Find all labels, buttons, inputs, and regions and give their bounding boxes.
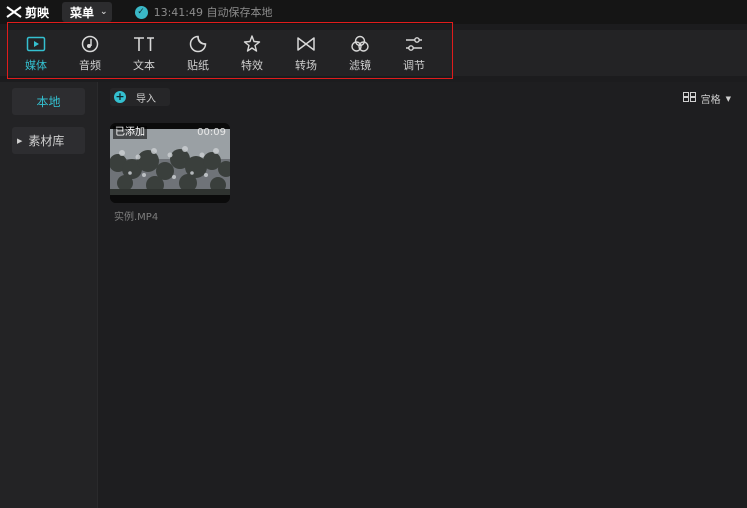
autosave-status: ✓ 13:41:49 自动保存本地	[134, 4, 273, 20]
app-window: 剪映 菜单 ⌄ ✓ 13:41:49 自动保存本地 媒体 音频 文本 贴纸 特效…	[0, 0, 747, 508]
tab-audio-label: 音频	[79, 59, 101, 72]
tab-text[interactable]: 文本	[122, 33, 166, 73]
media-icon	[26, 33, 46, 55]
menu-label: 菜单	[70, 5, 95, 20]
capcut-logo-icon	[6, 5, 22, 19]
tab-effects-label: 特效	[241, 59, 263, 72]
tab-sticker[interactable]: 贴纸	[176, 33, 220, 73]
caret-right-icon: ▶	[17, 136, 23, 145]
media-item[interactable]: 已添加 00:09	[110, 123, 230, 203]
tab-transition-label: 转场	[295, 59, 317, 72]
title-bar: 剪映 菜单 ⌄ ✓ 13:41:49 自动保存本地	[0, 0, 747, 24]
tab-sticker-label: 贴纸	[187, 59, 209, 72]
adjust-icon	[404, 33, 424, 55]
plus-icon: +	[114, 90, 126, 103]
transition-icon	[296, 33, 316, 55]
menu-button[interactable]: 菜单 ⌄	[62, 2, 112, 22]
text-icon	[133, 33, 155, 55]
chevron-down-icon: ⌄	[100, 7, 108, 17]
app-logo: 剪映	[6, 4, 49, 21]
tab-adjust-label: 调节	[403, 59, 425, 72]
tab-media[interactable]: 媒体	[14, 33, 58, 73]
sticker-icon	[189, 33, 207, 55]
media-toolbar: 媒体 音频 文本 贴纸 特效 转场 滤镜 调节	[7, 22, 453, 79]
grid-view-icon	[682, 92, 696, 105]
media-filename: 实例.MP4	[114, 212, 159, 223]
tab-text-label: 文本	[133, 59, 155, 72]
sidebar-item-local[interactable]: 本地	[12, 88, 85, 115]
filter-icon	[350, 33, 370, 55]
tab-media-label: 媒体	[25, 59, 47, 72]
sidebar: 本地 ▶ 素材库	[0, 82, 98, 508]
effects-icon	[242, 33, 262, 55]
caret-down-icon: ▼	[725, 94, 731, 103]
app-name: 剪映	[25, 5, 50, 20]
video-duration: 00:09	[197, 127, 226, 138]
sidebar-item-library[interactable]: ▶ 素材库	[12, 127, 85, 154]
import-label: 导入	[136, 93, 156, 105]
tab-filter-label: 滤镜	[349, 59, 371, 72]
tab-effects[interactable]: 特效	[230, 33, 274, 73]
tab-filter[interactable]: 滤镜	[338, 33, 382, 73]
audio-icon	[81, 33, 99, 55]
media-panel: + 导入 宫格 ▼ 已添加 00:09 实例.MP4	[98, 82, 747, 508]
import-button[interactable]: + 导入	[110, 88, 170, 106]
check-circle-icon: ✓	[134, 5, 148, 19]
sidebar-item-local-label: 本地	[36, 95, 61, 109]
sidebar-item-library-label: 素材库	[28, 134, 65, 148]
autosave-text: 13:41:49 自动保存本地	[153, 6, 273, 19]
view-mode-label: 宫格	[700, 95, 721, 106]
tab-audio[interactable]: 音频	[68, 33, 112, 73]
view-mode-dropdown[interactable]: 宫格 ▼	[682, 91, 731, 106]
added-badge: 已添加	[113, 126, 147, 139]
tab-adjust[interactable]: 调节	[392, 33, 436, 73]
tab-transition[interactable]: 转场	[284, 33, 328, 73]
